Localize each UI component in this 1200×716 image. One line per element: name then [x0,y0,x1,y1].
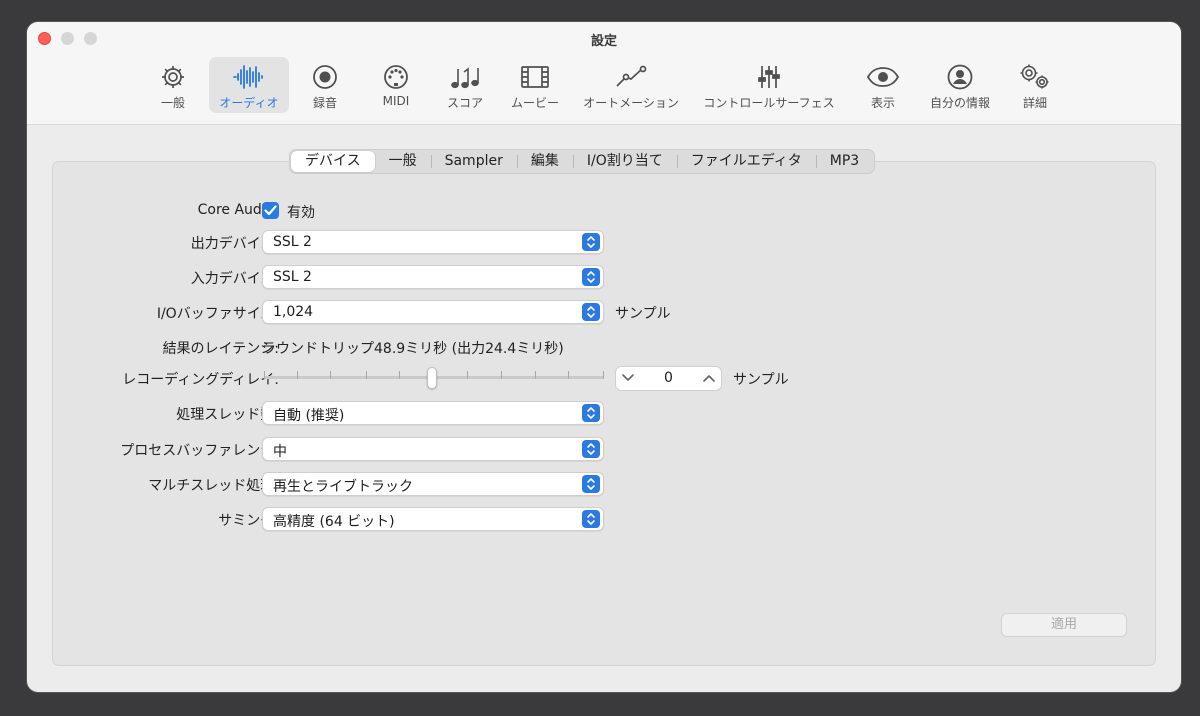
tab-general[interactable]: 一般 [375,151,431,172]
multithreading-label: マルチスレッド処理: [148,478,279,494]
toolbar-label: 自分の情報 [929,96,990,110]
toolbar-label: 一般 [160,96,185,110]
slider-tick [264,371,265,379]
multithreading-select[interactable]: 再生とライブトラック [262,472,604,496]
process-buffer-range-label: プロセスバッファレンジ: [120,443,279,459]
toolbar-item-general[interactable]: 一般 [143,57,203,113]
tab-devices[interactable]: デバイス [291,151,375,172]
sliders-icon [758,66,780,88]
select-arrows-icon [582,475,600,493]
select-arrows-icon [582,303,600,321]
gears-icon [1020,64,1049,89]
select-value: 1,024 [273,304,314,320]
tab-mp3[interactable]: MP3 [815,151,873,172]
tab-sampler[interactable]: Sampler [430,151,517,172]
slider-tick [297,371,298,379]
tab-file-editor[interactable]: ファイルエディタ [676,151,816,172]
waveform-icon [233,65,263,89]
toolbar-label: MIDI [382,94,410,108]
tab-bar: デバイス 一般 Sampler 編集 I/O割り当て ファイルエディタ MP3 [289,149,876,174]
processing-threads-select[interactable]: 自動 (推奨) [262,401,604,425]
toolbar-item-midi[interactable]: MIDI [366,57,426,113]
slider-tick [603,371,604,379]
settings-window: 設定 一般 オーディオ 録音 MIDI スコア ムービー オートメーション コン… [27,22,1181,692]
toolbar-label: 録音 [312,96,337,110]
select-arrows-icon [582,404,600,422]
toolbar-item-my-info[interactable]: 自分の情報 [920,57,1000,113]
core-audio-checkbox[interactable] [262,202,279,219]
select-arrows-icon [582,233,600,251]
input-device-select[interactable]: SSL 2 [262,265,604,289]
automation-icon [616,65,647,87]
checkmark-icon [264,205,277,216]
slider-tick [399,371,400,379]
toolbar-item-control-surfaces[interactable]: コントロールサーフェス [697,57,841,113]
select-value: 中 [273,444,287,460]
input-device-label: 入力デバイス: [190,271,279,287]
toolbar-item-automation[interactable]: オートメーション [577,57,685,113]
buffer-size-label: I/Oバッファサイズ: [156,306,279,322]
buffer-unit-label: サンプル [615,306,671,322]
chevron-up-icon[interactable] [702,373,716,383]
select-arrows-icon [582,510,600,528]
latency-label: 結果のレイテンシ: [162,341,279,357]
recording-delay-label: レコーディングディレイ: [122,372,279,388]
music-notes-icon [451,67,479,89]
toolbar-item-movie[interactable]: ムービー [505,57,565,113]
select-value: SSL 2 [273,234,312,250]
recording-delay-stepper[interactable]: 0 [615,366,722,391]
select-value: 高精度 (64 ビット) [273,514,395,530]
latency-value: ラウンドトリップ48.9ミリ秒 (出力24.4ミリ秒) [262,341,564,357]
recording-delay-slider-knob[interactable] [427,367,437,389]
midi-port-icon [384,65,408,89]
slider-tick [467,371,468,379]
core-audio-label: Core Audio: [197,202,279,218]
toolbar-label: 表示 [870,96,895,110]
apply-button[interactable]: 適用 [1001,613,1127,637]
toolbar-label: ムービー [510,96,559,110]
slider-tick [330,371,331,379]
summing-select[interactable]: 高精度 (64 ビット) [262,507,604,531]
eye-icon [866,67,900,87]
slider-tick [568,371,569,379]
toolbar-item-view[interactable]: 表示 [853,57,913,113]
toolbar-item-audio[interactable]: オーディオ [209,57,289,113]
select-arrows-icon [582,440,600,458]
slider-tick [501,371,502,379]
process-buffer-range-select[interactable]: 中 [262,437,604,461]
toolbar-label: オーディオ [219,96,279,110]
film-icon [521,66,549,88]
summing-label: サミング: [218,513,279,529]
record-icon [313,65,337,89]
gear-icon [162,66,184,88]
output-device-select[interactable]: SSL 2 [262,230,604,254]
recording-delay-unit-label: サンプル [733,372,789,388]
toolbar-label: オートメーション [583,96,679,110]
buffer-size-select[interactable]: 1,024 [262,300,604,324]
toolbar-label: スコア [446,96,483,110]
select-arrows-icon [582,268,600,286]
tab-io-assignments[interactable]: I/O割り当て [572,151,677,172]
processing-threads-label: 処理スレッド数: [176,407,279,423]
tab-edit[interactable]: 編集 [516,151,573,172]
toolbar-item-advanced[interactable]: 詳細 [1005,57,1065,113]
output-device-label: 出力デバイス: [190,236,279,252]
select-value: 再生とライブトラック [273,479,413,495]
select-value: SSL 2 [273,269,312,285]
slider-tick [535,371,536,379]
toolbar-label: 詳細 [1022,96,1047,110]
window-title: 設定 [590,34,617,49]
person-icon [947,64,973,90]
toolbar-item-record[interactable]: 録音 [295,57,355,113]
toolbar-item-score[interactable]: スコア [435,57,495,113]
core-audio-enabled-label: 有効 [287,205,315,221]
select-value: 自動 (推奨) [273,408,345,424]
slider-tick [366,371,367,379]
titlebar: 設定 一般 オーディオ 録音 MIDI スコア ムービー オートメーション コン… [27,22,1181,125]
toolbar-label: コントロールサーフェス [703,96,835,110]
